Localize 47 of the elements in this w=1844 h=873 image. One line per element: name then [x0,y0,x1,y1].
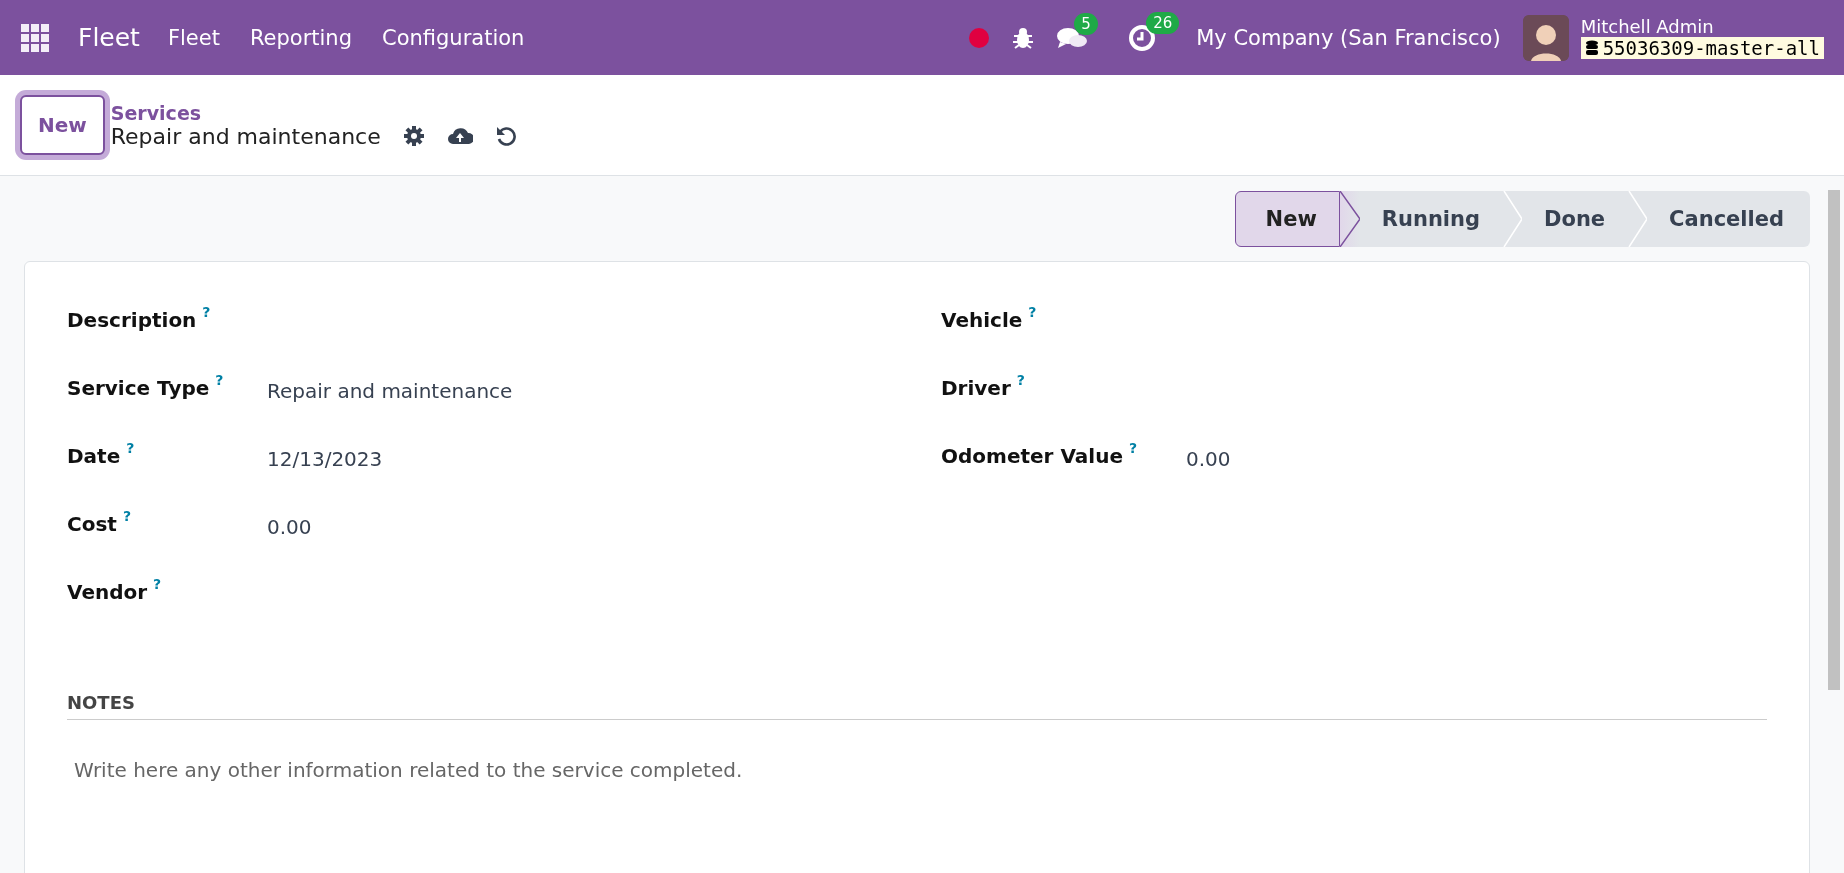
status-dot-icon[interactable] [968,26,991,49]
help-tooltip[interactable]: ? [215,372,224,388]
database-name: 55036309-master-all [1602,37,1820,59]
status-stage[interactable]: Cancelled [1647,191,1810,247]
field-value[interactable]: 12/13/2023 [267,444,383,471]
chevron-separator-icon [1339,191,1360,247]
help-tooltip[interactable]: ? [126,440,135,456]
help-tooltip[interactable]: ? [1016,372,1025,388]
field-label: Date [67,444,121,468]
field-label: Odometer Value [941,444,1123,468]
company-name[interactable]: My Company (San Francisco) [1196,25,1501,50]
app-name[interactable]: Fleet [78,23,140,52]
help-tooltip[interactable]: ? [122,508,131,524]
cloud-upload-icon[interactable] [446,125,473,147]
user-name[interactable]: Mitchell Admin [1580,16,1824,37]
breadcrumb-link[interactable]: Services [110,101,517,124]
menu-item[interactable]: Fleet [167,25,220,50]
status-stage[interactable]: Running [1359,191,1503,247]
apps-grid-icon[interactable] [20,22,50,53]
field-label: Service Type [67,376,210,400]
help-tooltip[interactable]: ? [153,576,162,592]
database-icon [1584,40,1599,56]
help-tooltip[interactable]: ? [1128,440,1138,456]
settings-icon[interactable] [402,125,425,147]
field-label: Vehicle [941,308,1023,332]
field-label: Driver [941,376,1011,400]
undo-icon[interactable] [494,125,517,147]
field-label: Description [67,308,197,332]
notes-field[interactable]: Write here any other information related to the service completed. [67,758,1767,782]
notification-badge: 26 [1146,11,1180,34]
help-tooltip[interactable]: ? [1028,304,1037,320]
help-tooltip[interactable]: ? [202,304,211,320]
field-label: Cost [67,512,117,536]
field-value[interactable]: 0.00 [267,512,312,539]
field-value[interactable]: Repair and maintenance [267,376,513,403]
field-value[interactable]: 0.00 [1186,444,1231,471]
section-heading: NOTES [67,692,1767,720]
notification-badge: 5 [1074,12,1098,35]
scrollbar[interactable] [1828,190,1840,690]
avatar-icon[interactable] [1522,14,1569,61]
record-title: Repair and maintenance [110,123,381,149]
bug-icon[interactable] [1012,26,1035,49]
menu-item[interactable]: Configuration [382,25,525,50]
menu-item[interactable]: Reporting [249,25,352,50]
status-stage[interactable]: Done [1522,191,1628,247]
field-label: Vendor [67,580,148,604]
status-stage[interactable]: New [1234,191,1340,247]
